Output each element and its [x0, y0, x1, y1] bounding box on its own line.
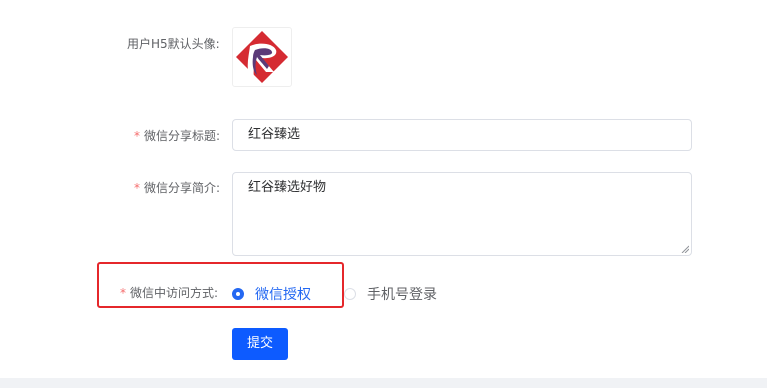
share-desc-textarea[interactable]: 红谷臻选好物	[232, 172, 692, 256]
share-desc-value: 红谷臻选好物	[248, 180, 327, 195]
radio-wechat-auth[interactable]: 微信授权	[232, 284, 311, 304]
share-title-label-text: 微信分享标题:	[144, 129, 221, 143]
share-title-label: * 微信分享标题:	[134, 128, 220, 144]
required-mark: *	[134, 129, 140, 143]
resize-grip-icon[interactable]	[681, 245, 689, 253]
submit-button[interactable]: 提交	[232, 328, 288, 360]
radio-wechat-auth-label: 微信授权	[255, 287, 311, 303]
radio-unchecked-icon	[344, 288, 356, 300]
share-desc-label-text: 微信分享简介:	[144, 181, 221, 195]
radio-checked-icon	[232, 288, 244, 300]
radio-phone-login[interactable]: 手机号登录	[344, 284, 437, 304]
avatar-label: 用户H5默认头像:	[127, 37, 220, 51]
access-method-label-text: 微信中访问方式:	[130, 286, 219, 300]
required-mark: *	[134, 181, 140, 195]
share-title-input[interactable]: 红谷臻选	[232, 119, 692, 151]
page-footer-divider	[0, 378, 767, 388]
required-mark: *	[120, 286, 126, 300]
avatar-upload[interactable]	[232, 27, 292, 87]
access-method-label: * 微信中访问方式:	[120, 285, 218, 301]
brand-logo-r-icon	[236, 31, 288, 83]
share-desc-label: * 微信分享简介:	[134, 180, 220, 196]
radio-phone-login-label: 手机号登录	[367, 287, 437, 303]
